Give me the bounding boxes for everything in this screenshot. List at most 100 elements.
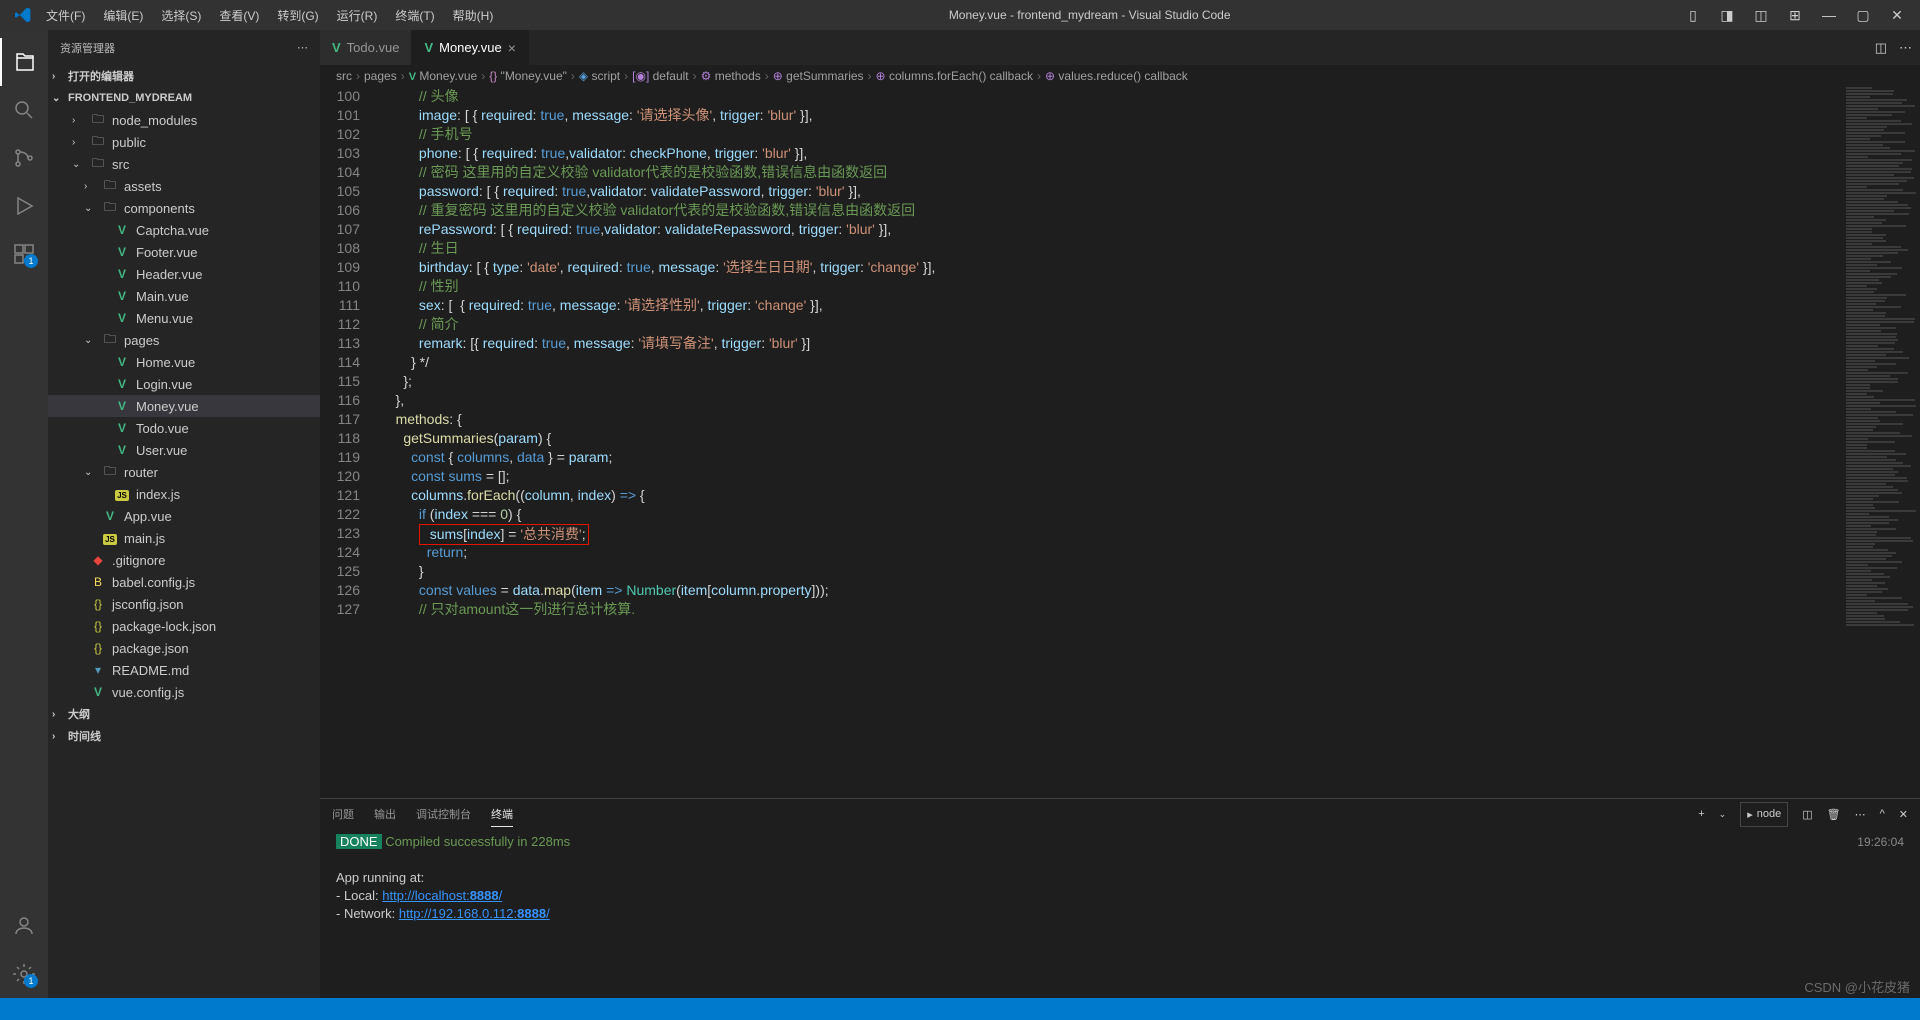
editor-tab[interactable]: VMoney.vue× bbox=[412, 30, 529, 65]
status-bar[interactable] bbox=[0, 998, 1920, 1020]
vue-icon: V bbox=[332, 40, 341, 55]
panel-tab[interactable]: 输出 bbox=[374, 802, 396, 827]
bottom-panel: 问题输出调试控制台终端 + ⌄ ▸node ◫ 🗑 ⋯ ^ ✕ 19:26:04… bbox=[320, 798, 1920, 998]
panel-tab[interactable]: 终端 bbox=[491, 802, 513, 827]
run-debug-icon[interactable] bbox=[0, 182, 48, 230]
more-editor-icon[interactable]: ⋯ bbox=[1899, 40, 1912, 56]
breadcrumb-item[interactable]: V Money.vue bbox=[409, 69, 478, 83]
tree-item[interactable]: VHome.vue bbox=[48, 351, 320, 373]
layout-4-icon[interactable]: ⊞ bbox=[1780, 0, 1810, 30]
terminal-selector[interactable]: ▸node bbox=[1740, 802, 1788, 827]
menu-item[interactable]: 文件(F) bbox=[38, 3, 93, 28]
tree-item[interactable]: VTodo.vue bbox=[48, 417, 320, 439]
tree-item[interactable]: Vvue.config.js bbox=[48, 681, 320, 703]
menu-item[interactable]: 查看(V) bbox=[211, 3, 267, 28]
titlebar-controls: ▯ ◨ ◫ ⊞ — ▢ ✕ bbox=[1678, 0, 1912, 30]
breadcrumb-item[interactable]: ⚙ methods bbox=[701, 69, 761, 83]
tree-item[interactable]: ›🗀assets bbox=[48, 175, 320, 197]
tree-item[interactable]: VCaptcha.vue bbox=[48, 219, 320, 241]
new-terminal-icon[interactable]: + bbox=[1698, 804, 1704, 824]
menu-item[interactable]: 转到(G) bbox=[269, 3, 326, 28]
menu-item[interactable]: 帮助(H) bbox=[445, 3, 502, 28]
tree-item[interactable]: ◆.gitignore bbox=[48, 549, 320, 571]
settings-gear-icon[interactable]: 1 bbox=[0, 950, 48, 998]
tree-item[interactable]: VMoney.vue bbox=[48, 395, 320, 417]
compiled-msg: Compiled successfully in 228ms bbox=[385, 834, 570, 849]
menu-item[interactable]: 选择(S) bbox=[153, 3, 209, 28]
menu-item[interactable]: 终端(T) bbox=[387, 3, 442, 28]
extensions-icon[interactable]: 1 bbox=[0, 230, 48, 278]
tree-item[interactable]: JSindex.js bbox=[48, 483, 320, 505]
tree-item[interactable]: ›🗀public bbox=[48, 131, 320, 153]
menu-item[interactable]: 编辑(E) bbox=[95, 3, 151, 28]
tree-item[interactable]: ⌄🗀src bbox=[48, 153, 320, 175]
code-editor[interactable]: 1001011021031041051061071081091101111121… bbox=[320, 87, 1920, 798]
tree-item[interactable]: VLogin.vue bbox=[48, 373, 320, 395]
layout-2-icon[interactable]: ◨ bbox=[1712, 0, 1742, 30]
source-control-icon[interactable] bbox=[0, 134, 48, 182]
search-icon[interactable] bbox=[0, 86, 48, 134]
tree-item[interactable]: VApp.vue bbox=[48, 505, 320, 527]
maximize-icon[interactable]: ▢ bbox=[1848, 0, 1878, 30]
panel-tab[interactable]: 调试控制台 bbox=[416, 802, 471, 827]
tree-item[interactable]: VHeader.vue bbox=[48, 263, 320, 285]
split-terminal-icon[interactable]: ◫ bbox=[1802, 804, 1812, 825]
breadcrumb-item[interactable]: ⊕ getSummaries bbox=[773, 69, 864, 83]
kill-terminal-icon[interactable]: 🗑 bbox=[1827, 804, 1841, 825]
layout-3-icon[interactable]: ◫ bbox=[1746, 0, 1776, 30]
terminal-output[interactable]: 19:26:04 DONE Compiled successfully in 2… bbox=[320, 829, 1920, 998]
maximize-panel-icon[interactable]: ^ bbox=[1880, 804, 1885, 824]
tree-item[interactable]: {}jsconfig.json bbox=[48, 593, 320, 615]
tree-item[interactable]: ⌄🗀components bbox=[48, 197, 320, 219]
breadcrumb-item[interactable]: src bbox=[336, 69, 352, 83]
file-tree: ›打开的编辑器 ⌄FRONTEND_MYDREAM ›🗀node_modules… bbox=[48, 65, 320, 998]
close-tab-icon[interactable]: × bbox=[508, 40, 516, 56]
layout-1-icon[interactable]: ▯ bbox=[1678, 0, 1708, 30]
tree-item[interactable]: VMenu.vue bbox=[48, 307, 320, 329]
open-editors-section[interactable]: ›打开的编辑器 bbox=[48, 65, 320, 87]
split-editor-icon[interactable]: ◫ bbox=[1875, 40, 1887, 56]
explorer-icon[interactable] bbox=[0, 38, 48, 86]
project-section[interactable]: ⌄FRONTEND_MYDREAM bbox=[48, 87, 320, 109]
panel-tab[interactable]: 问题 bbox=[332, 802, 354, 827]
tree-item[interactable]: ⌄🗀pages bbox=[48, 329, 320, 351]
tree-item[interactable]: {}package.json bbox=[48, 637, 320, 659]
accounts-icon[interactable] bbox=[0, 902, 48, 950]
network-url[interactable]: http://192.168.0.112:8888/ bbox=[399, 906, 550, 921]
more-terminal-icon[interactable]: ⋯ bbox=[1855, 804, 1866, 825]
vue-icon: V bbox=[424, 40, 433, 55]
tree-item[interactable]: ⌄🗀router bbox=[48, 461, 320, 483]
tree-item[interactable]: ▾README.md bbox=[48, 659, 320, 681]
tree-item[interactable]: ›🗀node_modules bbox=[48, 109, 320, 131]
done-badge: DONE bbox=[336, 834, 382, 849]
sidebar-title: 资源管理器 bbox=[60, 40, 115, 56]
editor-tab[interactable]: VTodo.vue bbox=[320, 30, 412, 65]
editor-area: VTodo.vueVMoney.vue× ◫ ⋯ src›pages›V Mon… bbox=[320, 30, 1920, 998]
outline-section[interactable]: ›大纲 bbox=[48, 703, 320, 725]
tree-item[interactable]: JSmain.js bbox=[48, 527, 320, 549]
close-window-icon[interactable]: ✕ bbox=[1882, 0, 1912, 30]
minimap[interactable] bbox=[1840, 87, 1920, 798]
local-url[interactable]: http://localhost:8888/ bbox=[382, 888, 502, 903]
menu-item[interactable]: 运行(R) bbox=[329, 3, 386, 28]
tree-item[interactable]: {}package-lock.json bbox=[48, 615, 320, 637]
editor-tabs: VTodo.vueVMoney.vue× ◫ ⋯ bbox=[320, 30, 1920, 65]
terminal-dropdown-icon[interactable]: ⌄ bbox=[1719, 805, 1727, 824]
more-icon[interactable]: ⋯ bbox=[297, 41, 308, 54]
window-title: Money.vue - frontend_mydream - Visual St… bbox=[501, 8, 1678, 22]
close-panel-icon[interactable]: ✕ bbox=[1899, 804, 1908, 825]
tree-item[interactable]: VMain.vue bbox=[48, 285, 320, 307]
tree-item[interactable]: VUser.vue bbox=[48, 439, 320, 461]
breadcrumb-item[interactable]: ⊕ columns.forEach() callback bbox=[876, 69, 1033, 83]
timeline-section[interactable]: ›时间线 bbox=[48, 725, 320, 747]
breadcrumb-item[interactable]: ◈ script bbox=[579, 69, 620, 83]
code-content[interactable]: // 头像 image: [ { required: true, message… bbox=[380, 87, 1840, 798]
breadcrumb-item[interactable]: [◉] default bbox=[632, 69, 689, 83]
tree-item[interactable]: VFooter.vue bbox=[48, 241, 320, 263]
minimize-icon[interactable]: — bbox=[1814, 0, 1844, 30]
breadcrumb[interactable]: src›pages›V Money.vue›{} "Money.vue"›◈ s… bbox=[320, 65, 1920, 87]
tree-item[interactable]: Bbabel.config.js bbox=[48, 571, 320, 593]
breadcrumb-item[interactable]: ⊕ values.reduce() callback bbox=[1045, 69, 1188, 83]
breadcrumb-item[interactable]: pages bbox=[364, 69, 397, 83]
breadcrumb-item[interactable]: {} "Money.vue" bbox=[489, 69, 567, 83]
